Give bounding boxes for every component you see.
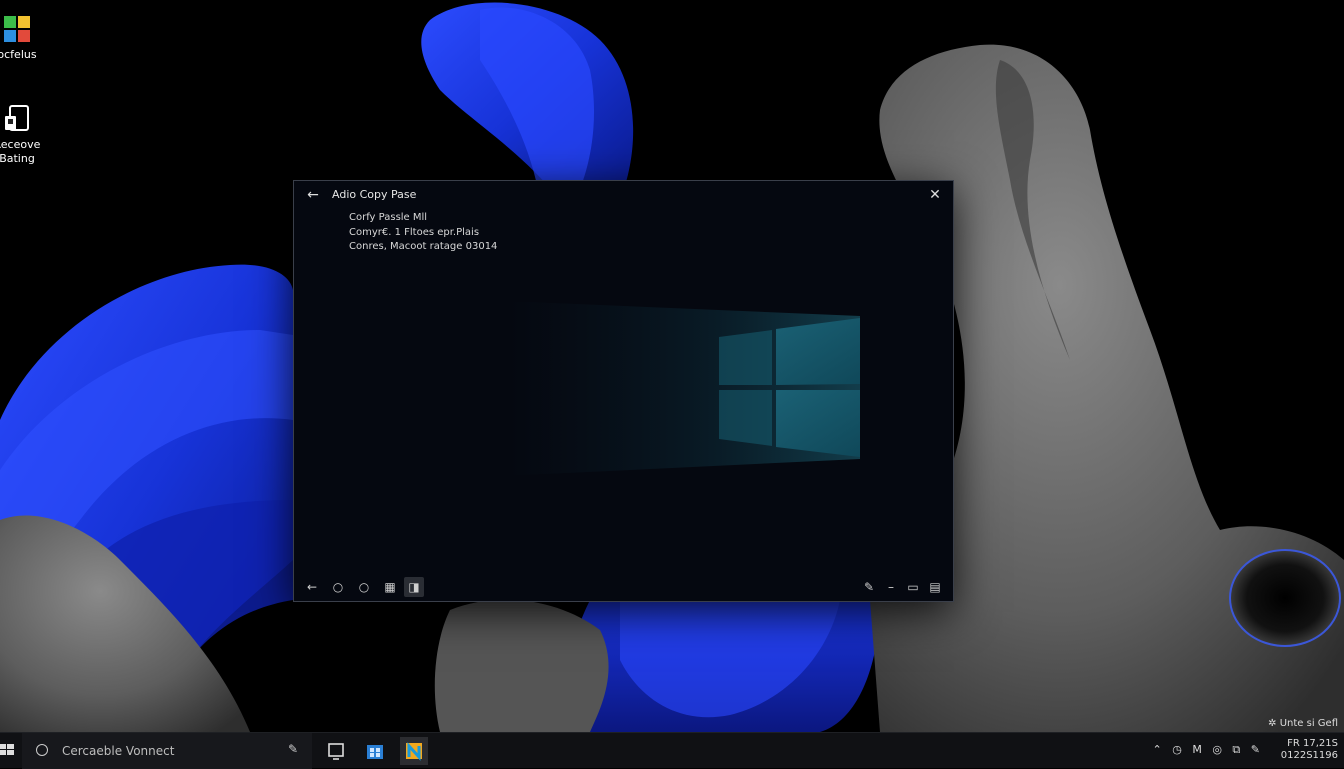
taskbar-search-box[interactable]: Cercaeble Vonnect ✎ — [22, 733, 312, 769]
app-window: ← Adio Copy Pase ✕ Corfy Passle Mll Comy… — [293, 180, 954, 602]
bookmark-icon[interactable]: ◨ — [404, 577, 424, 597]
taskbar-app-active[interactable] — [400, 737, 428, 765]
chevron-up-icon[interactable]: ⌃ — [1152, 743, 1163, 756]
pen-icon[interactable]: ✎ — [288, 742, 298, 756]
window-icon[interactable]: ▭ — [903, 577, 923, 597]
system-tray: ⌃ ◷ M ◎ ⧉ ✎ — [1149, 743, 1262, 757]
close-icon[interactable]: ✕ — [925, 185, 945, 205]
photos-grid-icon — [2, 14, 32, 44]
desktop-icon-label: ocfelus — [0, 48, 37, 61]
pen-icon[interactable]: ✎ — [859, 577, 879, 597]
clock-date: 0122S1196 — [1280, 750, 1338, 761]
window-title: Adio Copy Pase — [332, 188, 417, 201]
grid-icon[interactable]: ▦ — [380, 577, 400, 597]
taskbar-app-screen-share[interactable] — [322, 737, 350, 765]
windows-start-icon[interactable] — [0, 741, 14, 759]
volume-icon[interactable]: ⧉ — [1232, 743, 1242, 756]
clock-icon[interactable]: ◷ — [1172, 743, 1184, 756]
screen-share-icon — [328, 743, 344, 760]
chat-icon[interactable]: ◎ — [1212, 743, 1224, 756]
taskbar: Cercaeble Vonnect ✎ ⌃ ◷ M ◎ ⧉ ✎ FR 17,21… — [0, 732, 1344, 769]
corner-notice: ✲ Unte si Gefl — [1268, 718, 1338, 729]
windows-logo-hero — [504, 291, 864, 481]
back-arrow-icon[interactable]: ← — [302, 577, 322, 597]
pen-icon[interactable]: ✎ — [1251, 743, 1262, 756]
info-line: Comyr€. 1 Fltoes epr.Plais — [349, 226, 480, 238]
store-icon — [367, 745, 383, 759]
window-info-lines: Corfy Passle Mll Comyr€. 1 Fltoes epr.Pl… — [349, 211, 497, 255]
window-titlebar[interactable]: ← Adio Copy Pase ✕ — [294, 181, 953, 209]
circle-icon[interactable]: ○ — [328, 577, 348, 597]
app-icon — [406, 742, 422, 761]
info-line: Conres, Macoot ratage 03014 — [349, 241, 498, 252]
desktop-icon-device[interactable]: Receove Bating — [0, 104, 52, 166]
search-placeholder: Cercaeble Vonnect — [62, 744, 175, 758]
window-toolbar: ← ○ ○ ▦ ◨ ✎ – ▭ ▤ — [294, 573, 953, 601]
taskbar-app-store[interactable] — [361, 737, 389, 765]
search-circle-icon — [36, 744, 48, 756]
desktop-icon-photos[interactable]: ocfelus — [0, 14, 52, 62]
grid-icon[interactable]: ▤ — [925, 577, 945, 597]
minus-icon[interactable]: – — [881, 577, 901, 597]
info-line: Corfy Passle Mll — [349, 212, 428, 223]
m-icon[interactable]: M — [1192, 743, 1204, 756]
device-icon — [2, 104, 32, 134]
desktop-icon-label: Receove Bating — [0, 138, 41, 165]
circle-icon[interactable]: ○ — [354, 577, 374, 597]
back-arrow-icon[interactable]: ← — [304, 186, 322, 204]
clock-time: FR 17,21S — [1287, 738, 1338, 749]
taskbar-clock[interactable]: FR 17,21S 0122S1196 — [1281, 738, 1338, 762]
